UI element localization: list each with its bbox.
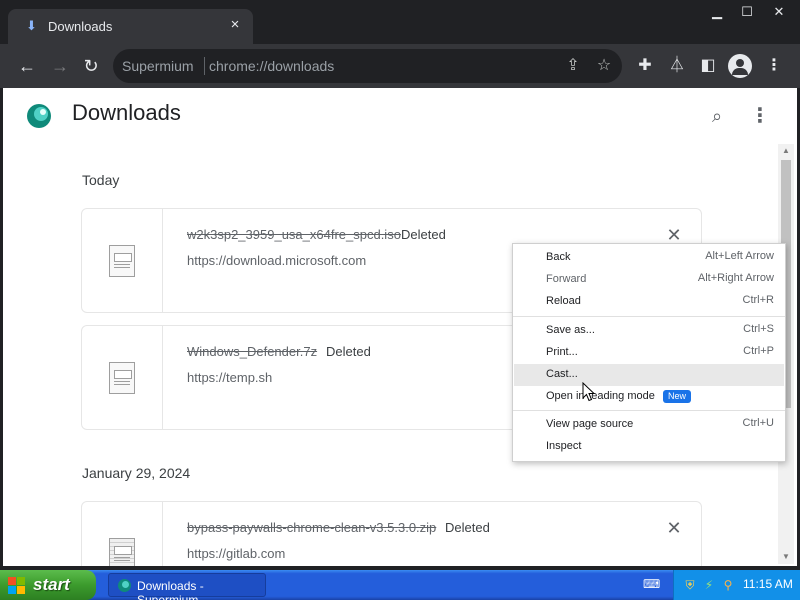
context-menu-item-forward[interactable]: Forward Alt+Right Arrow [514, 269, 784, 291]
share-icon[interactable]: ⇪ [563, 56, 583, 76]
title-bar: ⬇ Downloads × ▁ ☐ ✕ [0, 0, 800, 44]
context-menu-item-view-source[interactable]: View page source Ctrl+U [514, 414, 784, 436]
taskbar: start Downloads - Supermium ⌨ ⛨ ⚡ ⚲ 11:1… [0, 570, 800, 600]
browser-toolbar: ← → ↻ Supermium chrome://downloads ⇪ ☆ ✚… [0, 44, 800, 88]
menu-separator [513, 316, 785, 317]
menu-separator [513, 410, 785, 411]
file-icon-panel [82, 502, 163, 566]
system-tray: ⛨ ⚡ ⚲ 11:15 AM [673, 570, 800, 600]
context-menu-item-cast[interactable]: Cast... [514, 364, 784, 386]
taskbar-item-supermium[interactable]: Downloads - Supermium [108, 573, 266, 600]
download-filename[interactable]: bypass-paywalls-chrome-clean-v3.5.3.0.zi… [187, 520, 436, 535]
clock: 11:15 AM [743, 577, 793, 591]
address-bar[interactable]: Supermium chrome://downloads ⇪ ☆ [113, 49, 622, 83]
browser-menu-button[interactable]: ⋮ [762, 54, 786, 78]
page-title: Downloads [72, 100, 181, 125]
network-icon[interactable]: ⚡ [701, 577, 717, 593]
window-controls: ▁ ☐ ✕ [702, 2, 796, 22]
date-header: Today [82, 172, 120, 188]
maximize-button[interactable]: ☐ [732, 2, 762, 22]
start-button[interactable]: start [0, 570, 96, 600]
remove-download-button[interactable]: ✕ [664, 225, 684, 245]
security-shield-icon[interactable]: ⛨ [682, 577, 698, 593]
download-icon: ⬇ [26, 18, 37, 33]
back-button[interactable]: ← [15, 54, 39, 78]
menu-item-label: Save as... [546, 324, 595, 336]
context-menu-item-reload[interactable]: Reload Ctrl+R [514, 291, 784, 313]
new-badge: New [663, 390, 692, 403]
zip-file-icon [109, 538, 135, 566]
remove-download-button[interactable]: ✕ [664, 518, 684, 538]
menu-item-label: Cast... [546, 368, 578, 380]
menu-item-label: Print... [546, 346, 578, 358]
star-icon[interactable]: ☆ [594, 56, 614, 76]
windows-flag-icon [8, 577, 25, 594]
side-panel-icon[interactable]: ◧ [696, 54, 720, 78]
omnibox-separator [204, 57, 205, 75]
flask-icon[interactable]: ⏃ [665, 54, 689, 78]
menu-item-shortcut: Ctrl+R [742, 294, 774, 306]
menu-item-label: View page source [546, 418, 634, 430]
supermium-logo-icon [27, 104, 51, 128]
omnibox-site-chip: Supermium [122, 58, 194, 74]
file-icon-panel [82, 326, 163, 429]
taskbar-item-label: Downloads - Supermium [137, 579, 204, 600]
file-icon [109, 362, 135, 394]
close-window-button[interactable]: ✕ [762, 2, 796, 22]
context-menu-item-print[interactable]: Print... Ctrl+P [514, 342, 784, 364]
download-url[interactable]: https://temp.sh [187, 370, 272, 385]
more-actions-icon[interactable]: ⋮ [750, 104, 770, 128]
menu-item-label: Back [546, 251, 571, 263]
menu-item-label: Reload [546, 295, 581, 307]
tab-close-button[interactable]: × [227, 17, 243, 33]
start-label: start [33, 575, 70, 594]
menu-item-label: Forward [546, 273, 587, 285]
file-icon [109, 245, 135, 277]
scroll-up-arrow-icon[interactable]: ▲ [778, 144, 794, 158]
scroll-down-arrow-icon[interactable]: ▼ [778, 550, 794, 564]
download-card: bypass-paywalls-chrome-clean-v3.5.3.0.zi… [81, 501, 702, 566]
date-header: January 29, 2024 [82, 465, 191, 481]
download-status: Deleted [401, 227, 446, 242]
menu-item-shortcut: Ctrl+U [742, 417, 774, 429]
mouse-pointer-icon [582, 382, 596, 402]
keyboard-icon[interactable]: ⌨ [643, 577, 660, 591]
download-url[interactable]: https://gitlab.com [187, 546, 285, 561]
puzzle-icon[interactable]: ✚ [633, 54, 657, 78]
menu-item-label: Inspect [546, 440, 582, 452]
menu-item-shortcut: Alt+Right Arrow [697, 272, 774, 284]
tab-downloads[interactable]: ⬇ Downloads × [8, 9, 253, 44]
context-menu-item-save-as[interactable]: Save as... Ctrl+S [514, 320, 784, 342]
download-filename[interactable]: w2k3sp2_3959_usa_x64fre_spcd.iso [187, 227, 401, 242]
download-filename[interactable]: Windows_Defender.7z [187, 344, 317, 359]
context-menu-item-reading-mode[interactable]: Open in reading mode New [514, 386, 784, 408]
context-menu-item-inspect[interactable]: Inspect [514, 436, 784, 458]
file-icon-panel [82, 209, 163, 312]
tab-title: Downloads [48, 19, 113, 34]
reload-button[interactable]: ↻ [79, 54, 103, 78]
search-tray-icon[interactable]: ⚲ [720, 577, 736, 593]
avatar-icon[interactable] [728, 54, 752, 78]
menu-item-shortcut: Ctrl+P [743, 345, 774, 357]
download-status: Deleted [326, 344, 371, 359]
download-status: Deleted [445, 520, 490, 535]
menu-item-label: Open in reading mode [546, 390, 655, 402]
search-icon[interactable]: ⌕ [705, 104, 729, 128]
minimize-button[interactable]: ▁ [702, 2, 732, 22]
forward-button[interactable]: → [48, 54, 72, 78]
download-url[interactable]: https://download.microsoft.com [187, 253, 366, 268]
context-menu: Back Alt+Left Arrow Forward Alt+Right Ar… [512, 243, 786, 462]
menu-item-shortcut: Alt+Left Arrow [705, 250, 774, 262]
supermium-app-icon [118, 579, 131, 592]
menu-item-shortcut: Ctrl+S [743, 323, 774, 335]
omnibox-url[interactable]: chrome://downloads [209, 58, 334, 74]
context-menu-item-back[interactable]: Back Alt+Left Arrow [514, 247, 784, 269]
